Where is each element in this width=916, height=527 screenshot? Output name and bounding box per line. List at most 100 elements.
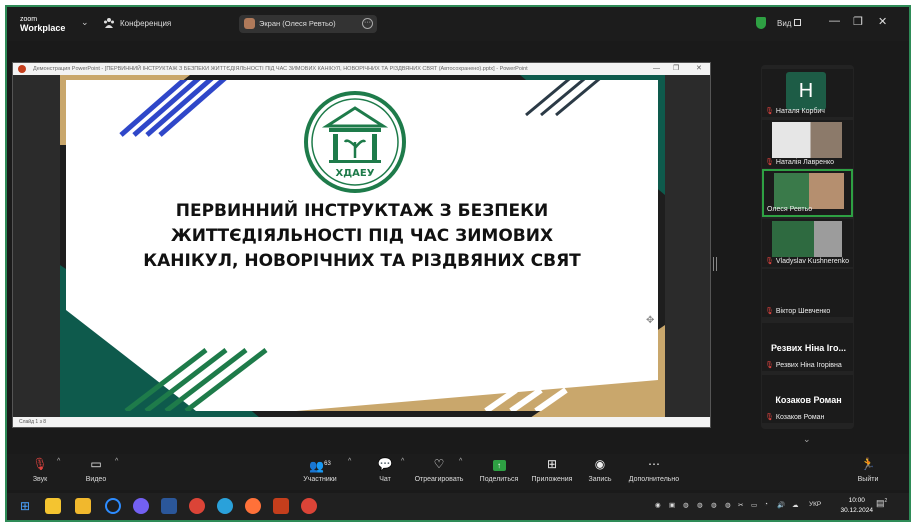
start-icon[interactable]: ⊞ — [17, 498, 33, 514]
meeting-label[interactable]: Конференция — [120, 19, 171, 28]
resize-handle[interactable] — [713, 257, 717, 271]
viber-icon[interactable] — [133, 498, 149, 514]
record-button[interactable]: ◉ Запись — [585, 457, 615, 483]
audio-label: Звук — [32, 476, 48, 483]
sharer-avatar — [244, 18, 255, 29]
tray-zoom-icon[interactable]: ◍ — [711, 501, 717, 509]
zoom-logo: zoom Workplace — [20, 15, 65, 33]
telegram-icon[interactable] — [217, 498, 233, 514]
react-label: Отреагировать — [414, 476, 464, 483]
shield-icon[interactable] — [756, 17, 766, 29]
mic-muted-icon: 🎙 — [765, 258, 774, 265]
more-button[interactable]: ⋯ Дополнительно — [624, 457, 684, 483]
move-cursor-icon: ✥ — [646, 315, 655, 326]
more-options-icon[interactable]: ··· — [362, 18, 373, 29]
tray-network-icon[interactable]: ◍ — [725, 501, 731, 509]
firefox-icon[interactable] — [245, 498, 261, 514]
chevron-down-icon[interactable]: ⌄ — [81, 17, 89, 28]
ppt-window-title: Демонстрация PowerPoint - [ПЕРВИННИЙ ІНС… — [33, 66, 528, 72]
chat-button[interactable]: 💬 Чат — [375, 457, 395, 483]
participant-tile[interactable]: 🎙 Наталія Лавренко — [762, 120, 853, 168]
video-button[interactable]: ▭ Видео — [82, 457, 110, 483]
share-label: Поделиться — [479, 476, 519, 483]
tray-battery-icon[interactable]: ▭ — [751, 501, 757, 509]
widgets-icon[interactable] — [45, 498, 61, 514]
mic-muted-icon: 🎙 — [765, 108, 774, 115]
participant-name: 🎙 Наталя Корбич — [765, 108, 825, 115]
participant-tile[interactable]: H 🎙 Наталя Корбич — [762, 69, 853, 117]
leave-button[interactable]: 🏃 Выйти — [856, 457, 880, 483]
audio-options-caret[interactable]: ^ — [57, 458, 60, 465]
apps-icon: ⊞ — [546, 457, 558, 471]
participant-tile[interactable]: Козаков Роман 🎙 Козаков Роман — [762, 375, 853, 423]
meeting-icon — [104, 18, 114, 28]
slide-title-line: КАНІКУЛ, НОВОРІЧНИХ ТА РІЗДВЯНИХ СВЯТ — [143, 251, 581, 271]
participant-tile[interactable]: 🎙 Віктор Шевченко — [762, 269, 853, 317]
scroll-down-icon[interactable]: ⌄ — [803, 434, 811, 445]
tray-pdf-icon[interactable]: ▣ — [669, 501, 675, 509]
chat-label: Чат — [379, 476, 391, 483]
share-button[interactable]: ↑ Поделиться — [475, 457, 523, 483]
file-explorer-icon[interactable] — [75, 498, 91, 514]
record-icon: ◉ — [594, 457, 606, 471]
tray-chrome-icon[interactable]: ◉ — [655, 501, 661, 509]
tray-volume-icon[interactable]: 🔊 — [777, 501, 785, 509]
powerpoint-icon[interactable] — [273, 498, 289, 514]
ppt-minimize-button[interactable]: — — [653, 63, 660, 75]
shared-screen: Демонстрация PowerPoint - [ПЕРВИННИЙ ІНС… — [12, 62, 711, 428]
more-label: Дополнительно — [628, 476, 680, 483]
react-options-caret[interactable]: ^ — [459, 458, 462, 465]
grid-view-icon[interactable] — [794, 19, 801, 26]
clock-date: 30.12.2024 — [840, 507, 873, 514]
restore-button[interactable]: ❐ — [853, 15, 863, 28]
participant-tile[interactable]: 🎙 Vladyslav Kushnerenko — [762, 219, 853, 267]
language-indicator[interactable]: УКР — [809, 501, 821, 508]
tray-antivirus-icon[interactable]: ◍ — [683, 501, 689, 509]
chrome-icon[interactable] — [189, 498, 205, 514]
video-options-caret[interactable]: ^ — [115, 458, 118, 465]
emblem-text: ХДАЕУ — [336, 168, 375, 179]
slide-title-line: ПЕРВИННИЙ ІНСТРУКТАЖ З БЕЗПЕКИ — [175, 201, 549, 221]
close-button[interactable]: ✕ — [878, 15, 887, 28]
tray-wifi-icon[interactable]: ◔ — [764, 501, 768, 508]
react-button[interactable]: ♡ Отреагировать — [414, 457, 464, 483]
ppt-restore-button[interactable]: ❐ — [673, 63, 679, 75]
university-emblem: ХДАЕУ — [304, 91, 406, 193]
share-screen-icon: ↑ — [475, 457, 523, 471]
tray-onedrive-icon[interactable]: ☁ — [792, 501, 799, 509]
word-icon[interactable] — [161, 498, 177, 514]
participants-button[interactable]: 👥63 Участники — [303, 457, 337, 483]
minimize-button[interactable]: — — [829, 15, 840, 27]
tray-devices-icon[interactable]: ✂ — [738, 501, 743, 509]
slide-title: ПЕРВИННИЙ ІНСТРУКТАЖ З БЕЗПЕКИ ЖИТТЄДІЯЛ… — [66, 199, 658, 274]
top-bar: zoom Workplace ⌄ Конференция Экран (Олес… — [7, 7, 909, 41]
zoom-app-icon[interactable] — [105, 498, 121, 514]
clock-time: 10:00 — [848, 497, 865, 504]
view-button[interactable]: Вид — [777, 19, 791, 28]
chrome-icon[interactable] — [301, 498, 317, 514]
ppt-titlebar: Демонстрация PowerPoint - [ПЕРВИННИЙ ІНС… — [13, 63, 710, 75]
participant-name: 🎙 Резвих Ніна Ігорівна — [765, 362, 842, 369]
mic-muted-icon: 🎙 — [765, 308, 774, 315]
participants-panel: H 🎙 Наталя Корбич 🎙 Наталія Лавренко Олеся… — [761, 65, 854, 444]
participant-tile[interactable]: Резвих Ніна Ігo... 🎙 Резвих Ніна Ігорівна — [762, 323, 853, 371]
participants-label: Участники — [303, 476, 337, 483]
tray-app-icon[interactable]: ◍ — [697, 501, 703, 509]
ppt-close-button[interactable]: ✕ — [696, 63, 702, 75]
screen-share-pill[interactable]: Экран (Олеся Ревтьо) ··· — [239, 15, 377, 33]
notifications-icon[interactable]: ▤2 — [876, 498, 887, 509]
slide-title-line: ЖИТТЄДІЯЛЬНОСТІ ПІД ЧАС ЗИМОВИХ — [170, 226, 554, 246]
share-label: Экран (Олеся Ревтьо) — [259, 19, 336, 28]
video-label: Видео — [85, 476, 107, 483]
ppt-statusbar: Слайд 1 з 8 — [13, 417, 710, 427]
logo-line2: Workplace — [20, 23, 66, 33]
zoom-window: zoom Workplace ⌄ Конференция Экран (Олес… — [5, 5, 911, 522]
audio-button[interactable]: 🎙 Звук — [29, 457, 51, 483]
clock[interactable]: 10:00 30.12.2024 — [840, 496, 873, 516]
chat-options-caret[interactable]: ^ — [401, 458, 404, 465]
avatar: H — [786, 72, 826, 110]
participants-options-caret[interactable]: ^ — [348, 458, 351, 465]
participant-tile-active[interactable]: Олеся Ревтьо — [762, 169, 853, 217]
mic-muted-icon: 🎙 — [765, 414, 774, 421]
apps-button[interactable]: ⊞ Приложения — [527, 457, 577, 483]
